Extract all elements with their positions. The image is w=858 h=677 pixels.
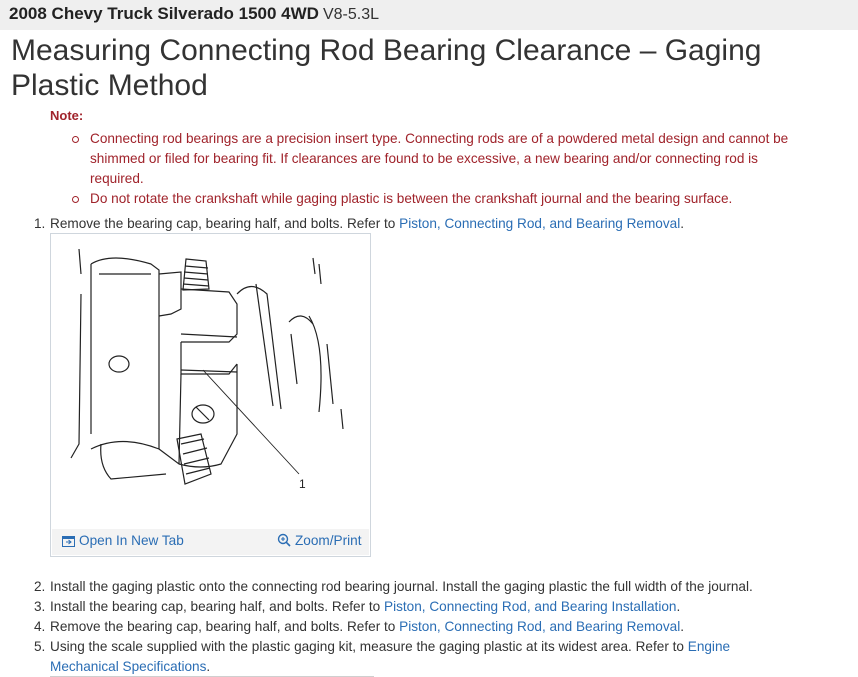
zoom-icon [277, 533, 291, 547]
step-4: 4. Remove the bearing cap, bearing half, … [34, 617, 684, 637]
step-text: Remove the bearing cap, bearing half, an… [50, 619, 400, 634]
note-item: Connecting rod bearings are a precision … [72, 129, 812, 189]
step-text: Using the scale supplied with the plasti… [50, 639, 688, 654]
zoom-print-label: Zoom/Print [295, 533, 362, 548]
zoom-print-button[interactable]: Zoom/Print [277, 533, 361, 548]
note-label: Note: [50, 108, 84, 123]
step-punctuation: . [676, 599, 681, 614]
callout-label: 1 [299, 477, 306, 491]
note-list: Connecting rod bearings are a precision … [72, 129, 812, 209]
note-text: Connecting rod bearings are a precision … [90, 131, 789, 186]
step-number: 5. [34, 639, 46, 654]
figure-toolbar: Open In New Tab Zoom/Print [52, 529, 369, 555]
link-piston-rod-bearing-installation[interactable]: Piston, Connecting Rod, and Bearing Inst… [384, 599, 676, 614]
step-2: 2. Install the gaging plastic onto the co… [34, 577, 753, 597]
step-number: 2. [34, 579, 46, 594]
open-in-new-tab-label: Open In New Tab [79, 533, 184, 548]
link-engine-mechanical-specifications-cont[interactable]: Mechanical Specifications [50, 659, 206, 674]
step-number: 3. [34, 599, 46, 614]
step-punctuation: . [680, 216, 685, 231]
step-number: 4. [34, 619, 46, 634]
open-in-new-tab-button[interactable]: Open In New Tab [62, 533, 184, 548]
page-title: Measuring Connecting Rod Bearing Clearan… [11, 34, 762, 102]
note-item: Do not rotate the crankshaft while gagin… [72, 189, 812, 209]
link-piston-rod-bearing-removal[interactable]: Piston, Connecting Rod, and Bearing Remo… [399, 216, 680, 231]
step-5: 5. Using the scale supplied with the plas… [34, 637, 730, 657]
engine-spec: V8-5.3L [322, 6, 379, 23]
link-piston-rod-bearing-removal[interactable]: Piston, Connecting Rod, and Bearing Remo… [399, 619, 680, 634]
figure-panel: 1 Open In New Tab Zoom/Print [50, 233, 371, 557]
step-punctuation: . [680, 619, 685, 634]
step-5-continued: Mechanical Specifications. [50, 657, 210, 677]
note-text: Do not rotate the crankshaft while gagin… [90, 191, 733, 206]
step-3: 3. Install the bearing cap, bearing half,… [34, 597, 680, 617]
step-text: Remove the bearing cap, bearing half, an… [50, 216, 400, 231]
step-1: 1. Remove the bearing cap, bearing half, … [34, 214, 684, 234]
step-number: 1. [34, 216, 46, 231]
crankshaft-rod-illustration [70, 248, 344, 485]
vehicle-name: 2008 Chevy Truck Silverado 1500 4WD [9, 4, 319, 23]
bullet-icon [72, 196, 79, 203]
step-text: Install the gaging plastic onto the conn… [50, 579, 753, 594]
page-header: 2008 Chevy Truck Silverado 1500 4WD V8-5.… [0, 0, 858, 30]
step-punctuation: . [206, 659, 211, 674]
open-in-new-tab-icon [62, 536, 75, 547]
vehicle-title: 2008 Chevy Truck Silverado 1500 4WD V8-5.… [9, 4, 379, 24]
link-engine-mechanical-specifications[interactable]: Engine [688, 639, 730, 654]
bullet-icon [72, 136, 79, 143]
step-text: Install the bearing cap, bearing half, a… [50, 599, 385, 614]
